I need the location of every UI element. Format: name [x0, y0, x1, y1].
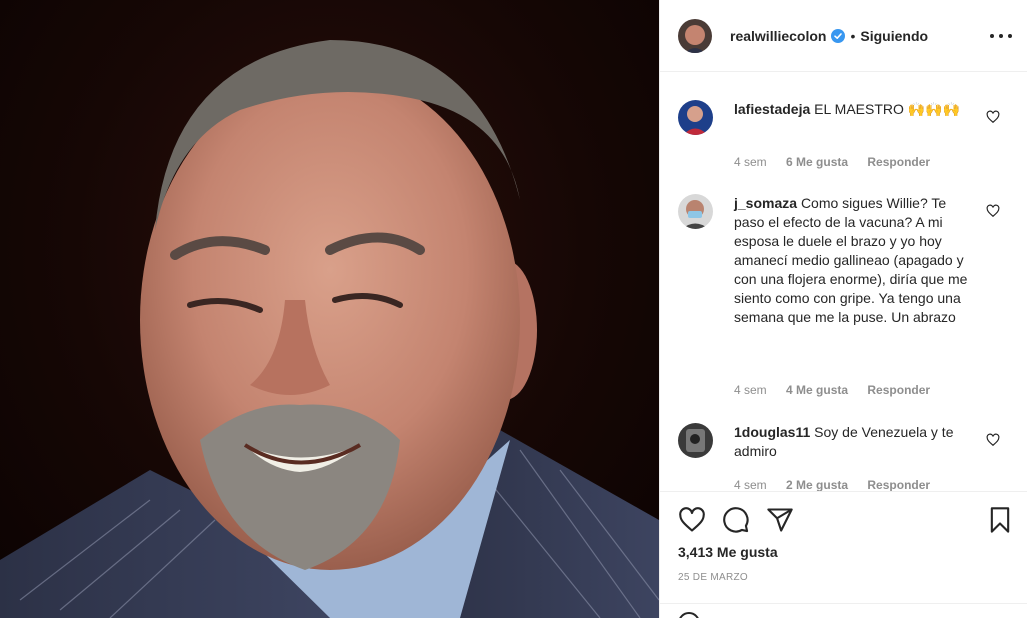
comment-meta: 4 sem 6 Me gusta Responder — [734, 155, 946, 169]
heart-icon[interactable] — [678, 506, 706, 534]
heart-icon[interactable] — [986, 433, 1000, 447]
commenter-username[interactable]: 1douglas11 — [734, 424, 810, 440]
comment-time: 4 sem — [734, 383, 767, 397]
comment-likes[interactable]: 2 Me gusta — [786, 478, 848, 491]
post-date[interactable]: 25 DE MARZO — [678, 572, 748, 583]
separator-dot: • — [850, 27, 856, 44]
comment-text: 1douglas11 Soy de Venezuela y te admiro — [734, 423, 974, 461]
comments-list[interactable]: lafiestadeja EL MAESTRO 🙌🙌🙌 4 sem 6 Me g… — [660, 73, 1027, 491]
reply-button[interactable]: Responder — [867, 478, 930, 491]
author-username[interactable]: realwilliecolon — [730, 28, 826, 44]
comment-content: EL MAESTRO 🙌🙌🙌 — [814, 101, 961, 117]
heart-icon[interactable] — [986, 110, 1000, 124]
reply-button[interactable]: Responder — [867, 155, 930, 169]
emoji-icon[interactable] — [678, 612, 700, 618]
share-icon[interactable] — [766, 506, 794, 534]
portrait-illustration — [0, 40, 659, 618]
comment-meta: 4 sem 2 Me gusta Responder — [734, 478, 946, 491]
comment-content: Como sigues Willie? Te paso el efecto de… — [734, 195, 968, 325]
author-avatar[interactable] — [678, 18, 712, 53]
post-actions: 3,413 Me gusta 25 DE MARZO — [660, 491, 1027, 618]
comment-likes[interactable]: 4 Me gusta — [786, 383, 848, 397]
likes-count[interactable]: 3,413 Me gusta — [678, 544, 778, 560]
reply-button[interactable]: Responder — [867, 383, 930, 397]
more-options-icon[interactable] — [990, 26, 1012, 46]
divider — [660, 603, 1027, 604]
comment-likes[interactable]: 6 Me gusta — [786, 155, 848, 169]
post-photo[interactable] — [0, 0, 659, 618]
commenter-avatar[interactable] — [678, 100, 713, 135]
comment-meta: 4 sem 4 Me gusta Responder — [734, 383, 946, 397]
verified-badge-icon — [831, 28, 846, 43]
comment-text: lafiestadeja EL MAESTRO 🙌🙌🙌 — [734, 100, 974, 119]
comment-text: j_somaza Como sigues Willie? Te paso el … — [734, 194, 974, 327]
heart-icon[interactable] — [986, 204, 1000, 218]
comment-time: 4 sem — [734, 478, 767, 491]
commenter-username[interactable]: lafiestadeja — [734, 101, 810, 117]
comment-time: 4 sem — [734, 155, 767, 169]
post-header: realwilliecolon • Siguiendo — [660, 0, 1027, 72]
following-button[interactable]: Siguiendo — [860, 28, 928, 44]
bookmark-icon[interactable] — [986, 506, 1014, 534]
commenter-username[interactable]: j_somaza — [734, 195, 797, 211]
commenter-avatar[interactable] — [678, 423, 713, 458]
post-side-panel: realwilliecolon • Siguiendo lafiestadeja… — [659, 0, 1027, 618]
comment-icon[interactable] — [722, 506, 750, 534]
commenter-avatar[interactable] — [678, 194, 713, 229]
